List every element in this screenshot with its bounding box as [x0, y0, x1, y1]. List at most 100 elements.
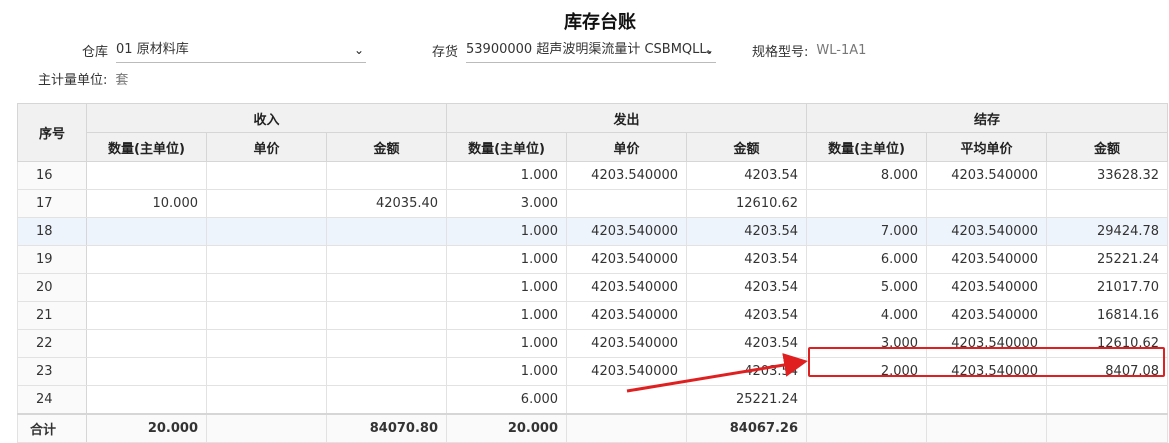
cell-income-amount	[325, 385, 448, 415]
cell-balance-amount: 21017.70	[1046, 273, 1169, 302]
cell-balance-amount: 25221.24	[1046, 245, 1169, 274]
cell-issue-qty: 1.000	[446, 217, 568, 246]
cell-balance-amount: 29424.78	[1046, 217, 1169, 246]
cell-balance-avg-price	[926, 413, 1048, 443]
cell-balance-avg-price	[926, 189, 1048, 218]
cell-issue-qty: 1.000	[446, 329, 568, 358]
cell-balance-qty: 4.000	[806, 301, 928, 330]
cell-issue-amount: 4203.54	[686, 357, 808, 386]
cell-balance-amount: 33628.32	[1046, 161, 1169, 190]
cell-balance-amount: 8407.08	[1046, 357, 1169, 386]
table-row[interactable]: 17 10.000 42035.40 3.000 12610.62	[17, 189, 1169, 218]
header-balance-avg-price: 平均单价	[926, 132, 1048, 162]
cell-income-amount: 84070.80	[325, 413, 448, 443]
cell-issue-qty: 20.000	[446, 413, 568, 443]
cell-income-qty	[86, 245, 207, 274]
chevron-down-icon: ⌄	[703, 43, 715, 57]
cell-balance-amount	[1046, 189, 1169, 218]
header-group-issue: 发出	[446, 103, 808, 133]
cell-balance-qty: 3.000	[806, 329, 928, 358]
table-row[interactable]: 20 1.000 4203.540000 4203.54 5.000 4203.54000…	[17, 273, 1169, 302]
cell-issue-amount: 4203.54	[686, 329, 808, 358]
warehouse-filter: 仓库 01 原材料库 ⌄	[82, 38, 367, 63]
cell-income-amount	[325, 357, 448, 386]
cell-income-qty	[86, 301, 207, 330]
cell-index: 16	[17, 161, 87, 190]
cell-income-amount	[325, 273, 448, 302]
stock-select[interactable]: 53900000 超声波明渠流量计 CSBMQLL、 ⌄	[466, 38, 717, 63]
table-row[interactable]: 16 1.000 4203.540000 4203.54 8.000 4203.54000…	[17, 161, 1169, 190]
stock-filter: 存货 53900000 超声波明渠流量计 CSBMQLL、 ⌄	[432, 38, 717, 63]
cell-balance-avg-price: 4203.540000	[926, 329, 1048, 358]
cell-income-price	[206, 357, 327, 386]
cell-issue-price: 4203.540000	[566, 245, 688, 274]
cell-issue-qty: 1.000	[446, 273, 568, 302]
table-row[interactable]: 18 1.000 4203.540000 4203.54 7.000 4203.54000…	[17, 217, 1169, 246]
cell-balance-avg-price: 4203.540000	[926, 217, 1048, 246]
table-row[interactable]: 22 1.000 4203.540000 4203.54 3.000 4203.54000…	[17, 329, 1169, 358]
cell-income-price	[206, 217, 327, 246]
header-index: 序号	[17, 103, 87, 162]
header-income-amount: 金额	[325, 132, 448, 162]
stock-label: 存货	[432, 45, 459, 60]
table-row[interactable]: 21 1.000 4203.540000 4203.54 4.000 4203.54000…	[17, 301, 1169, 330]
cell-issue-qty: 1.000	[446, 301, 568, 330]
cell-index: 17	[17, 189, 87, 218]
cell-issue-price: 4203.540000	[566, 217, 688, 246]
header-balance-amount: 金额	[1046, 132, 1169, 162]
chevron-down-icon: ⌄	[353, 43, 365, 57]
cell-issue-amount: 4203.54	[686, 273, 808, 302]
cell-index: 22	[17, 329, 87, 358]
header-income-qty: 数量(主单位)	[86, 132, 207, 162]
unit-value: 套	[115, 72, 129, 88]
unit-info: 主计量单位: 套	[38, 66, 128, 90]
header-group-balance: 结存	[806, 103, 1169, 133]
model-value: WL-1A1	[816, 42, 867, 58]
cell-issue-price	[566, 385, 688, 415]
cell-balance-amount	[1046, 413, 1169, 443]
table-row[interactable]: 19 1.000 4203.540000 4203.54 6.000 4203.54000…	[17, 245, 1169, 274]
cell-income-qty	[86, 273, 207, 302]
model-label: 规格型号:	[752, 44, 809, 60]
cell-income-price	[206, 385, 327, 415]
cell-issue-price: 4203.540000	[566, 301, 688, 330]
header-issue-price: 单价	[566, 132, 688, 162]
cell-income-qty	[86, 385, 207, 415]
table-row[interactable]: 24 6.000 25221.24	[17, 385, 1169, 415]
header-balance-qty: 数量(主单位)	[806, 132, 928, 162]
cell-income-amount	[325, 161, 448, 190]
cell-income-price	[206, 301, 327, 330]
cell-balance-avg-price	[926, 385, 1048, 415]
header-issue-amount: 金额	[686, 132, 808, 162]
cell-issue-amount: 4203.54	[686, 245, 808, 274]
cell-index: 21	[17, 301, 87, 330]
cell-issue-amount: 4203.54	[686, 301, 808, 330]
table-total-row[interactable]: 合计 20.000 84070.80 20.000 84067.26	[17, 413, 1169, 443]
cell-issue-amount: 25221.24	[686, 385, 808, 415]
cell-income-qty	[86, 217, 207, 246]
header-income-price: 单价	[206, 132, 327, 162]
cell-balance-qty	[806, 385, 928, 415]
cell-issue-price: 4203.540000	[566, 273, 688, 302]
cell-issue-qty: 1.000	[446, 161, 568, 190]
cell-balance-amount: 16814.16	[1046, 301, 1169, 330]
warehouse-value: 01 原材料库	[116, 42, 189, 57]
warehouse-select[interactable]: 01 原材料库 ⌄	[116, 38, 367, 63]
cell-income-qty	[86, 357, 207, 386]
cell-issue-price	[566, 189, 688, 218]
cell-issue-qty: 6.000	[446, 385, 568, 415]
cell-issue-qty: 1.000	[446, 245, 568, 274]
cell-income-qty	[86, 161, 207, 190]
page-title: 库存台账	[564, 12, 636, 33]
cell-balance-qty: 6.000	[806, 245, 928, 274]
cell-balance-avg-price: 4203.540000	[926, 161, 1048, 190]
cell-balance-qty: 8.000	[806, 161, 928, 190]
cell-issue-amount: 84067.26	[686, 413, 808, 443]
cell-issue-price: 4203.540000	[566, 161, 688, 190]
cell-income-price	[206, 189, 327, 218]
cell-income-qty: 20.000	[86, 413, 207, 443]
cell-income-qty	[86, 329, 207, 358]
cell-balance-qty: 5.000	[806, 273, 928, 302]
table-row[interactable]: 23 1.000 4203.540000 4203.54 2.000 4203.54000…	[17, 357, 1169, 386]
cell-income-amount	[325, 217, 448, 246]
